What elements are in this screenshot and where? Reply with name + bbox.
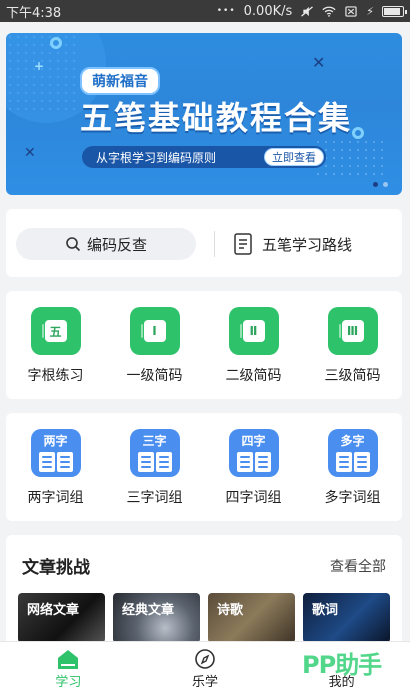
promo-banner[interactable]: ✕ ✕ + 萌新福音 五笔基础教程合集 从字根学习到编码原则 立即查看 bbox=[6, 33, 402, 195]
phrase-label: 四字词组 bbox=[225, 490, 282, 506]
practice-item[interactable]: Ⅲ 三级简码 bbox=[303, 291, 402, 399]
icon-glyph: Ⅰ bbox=[140, 320, 166, 342]
phrase-item[interactable]: 两字 两字词组 bbox=[6, 413, 105, 521]
phrase-card: 两字 两字词组 三字 三字词组 四字 四字词组 多字 多字词组 bbox=[6, 413, 402, 521]
article-thumb-label: 歌词 bbox=[312, 603, 339, 618]
practice-label: 三级简码 bbox=[324, 368, 381, 384]
icon-glyph: Ⅲ bbox=[338, 320, 364, 342]
level-3-code-icon: Ⅲ bbox=[327, 307, 378, 355]
practice-label: 二级简码 bbox=[225, 368, 282, 384]
search-icon bbox=[66, 237, 81, 252]
divider bbox=[214, 231, 215, 257]
practice-item[interactable]: Ⅱ 二级简码 bbox=[204, 291, 303, 399]
carousel-dot-active bbox=[373, 182, 378, 187]
banner-title: 五笔基础教程合集 bbox=[80, 99, 353, 137]
four-char-phrase-icon: 四字 bbox=[228, 429, 279, 477]
tab-study[interactable]: 学习 bbox=[0, 642, 137, 692]
practice-item[interactable]: 五 字根练习 bbox=[6, 291, 105, 399]
banner-tag: 萌新福音 bbox=[80, 67, 160, 95]
phrase-label: 两字词组 bbox=[27, 490, 84, 506]
banner-cross-decoration-2: ✕ bbox=[24, 145, 36, 161]
carousel-indicator bbox=[373, 182, 388, 187]
practice-label: 一级简码 bbox=[126, 368, 183, 384]
tab-label: 学习 bbox=[55, 675, 82, 690]
article-thumb[interactable]: 诗歌 bbox=[208, 593, 295, 643]
banner-ring-decoration bbox=[50, 37, 62, 49]
banner-view-button[interactable]: 立即查看 bbox=[264, 148, 324, 166]
icon-glyph: 三字 bbox=[142, 434, 167, 448]
icon-glyph: 多字 bbox=[340, 434, 365, 448]
status-time: 下午4:38 bbox=[6, 5, 62, 21]
view-all-link[interactable]: 查看全部 bbox=[330, 556, 386, 576]
tab-fun-learning[interactable]: 乐学 bbox=[137, 642, 274, 692]
phrase-item[interactable]: 四字 四字词组 bbox=[204, 413, 303, 521]
tools-card: 编码反查 五笔学习路线 bbox=[6, 209, 402, 277]
book-icon bbox=[137, 452, 172, 472]
home-icon bbox=[58, 650, 79, 669]
level-1-code-icon: Ⅰ bbox=[129, 307, 180, 355]
compass-icon bbox=[195, 649, 215, 669]
icon-glyph: 五 bbox=[41, 320, 67, 342]
banner-ring-decoration-2 bbox=[352, 127, 364, 139]
icon-glyph: Ⅱ bbox=[239, 320, 265, 342]
level-2-code-icon: Ⅱ bbox=[228, 307, 279, 355]
phrase-item[interactable]: 多字 多字词组 bbox=[303, 413, 402, 521]
icon-glyph: 四字 bbox=[241, 434, 266, 448]
phrase-item[interactable]: 三字 三字词组 bbox=[105, 413, 204, 521]
battery-icon bbox=[382, 5, 407, 17]
tab-label: 乐学 bbox=[192, 675, 219, 690]
article-thumb[interactable]: 经典文章 bbox=[113, 593, 200, 643]
wifi-icon bbox=[322, 6, 336, 17]
two-char-phrase-icon: 两字 bbox=[30, 429, 81, 477]
code-lookup-label: 编码反查 bbox=[86, 235, 147, 254]
learning-route-button[interactable]: 五笔学习路线 bbox=[234, 229, 352, 259]
book-icon bbox=[236, 452, 271, 472]
banner-subtitle: 从字根学习到编码原则 bbox=[96, 150, 217, 165]
signal-dots-icon: ••• bbox=[216, 6, 236, 16]
article-thumb-label: 诗歌 bbox=[217, 603, 244, 618]
carousel-dot bbox=[383, 182, 388, 187]
three-char-phrase-icon: 三字 bbox=[129, 429, 180, 477]
charging-icon: ⚡ bbox=[366, 4, 374, 18]
article-thumb-label: 经典文章 bbox=[122, 603, 175, 618]
section-title: 文章挑战 bbox=[22, 558, 90, 578]
phrase-label: 三字词组 bbox=[126, 490, 183, 506]
code-lookup-button[interactable]: 编码反查 bbox=[16, 228, 196, 260]
radical-practice-icon: 五 bbox=[30, 307, 81, 355]
mute-icon bbox=[301, 5, 314, 17]
network-speed: 0.00K/s bbox=[243, 3, 293, 19]
icon-glyph: 两字 bbox=[43, 434, 68, 448]
learning-route-label: 五笔学习路线 bbox=[262, 235, 353, 254]
article-challenge-card: 文章挑战 查看全部 网络文章 经典文章 诗歌 歌词 bbox=[6, 535, 402, 655]
article-thumb[interactable]: 网络文章 bbox=[18, 593, 105, 643]
watermark-logo: PP助手 bbox=[302, 651, 382, 679]
book-icon bbox=[38, 452, 73, 472]
article-thumb-label: 网络文章 bbox=[27, 603, 80, 618]
article-thumb[interactable]: 歌词 bbox=[303, 593, 390, 643]
no-sim-icon bbox=[345, 5, 357, 17]
practice-label: 字根练习 bbox=[27, 368, 84, 384]
banner-subtitle-bar: 从字根学习到编码原则 立即查看 bbox=[82, 146, 326, 168]
practice-item[interactable]: Ⅰ 一级简码 bbox=[105, 291, 204, 399]
phrase-label: 多字词组 bbox=[324, 490, 381, 506]
banner-plus-decoration: + bbox=[34, 59, 45, 73]
practice-card: 五 字根练习 Ⅰ 一级简码 Ⅱ 二级简码 Ⅲ 三级简码 bbox=[6, 291, 402, 399]
banner-cross-decoration: ✕ bbox=[312, 53, 326, 72]
book-icon bbox=[335, 452, 370, 472]
document-icon bbox=[234, 233, 252, 255]
status-bar: 下午4:38 ••• 0.00K/s ⚡ bbox=[0, 0, 410, 22]
multi-char-phrase-icon: 多字 bbox=[327, 429, 378, 477]
